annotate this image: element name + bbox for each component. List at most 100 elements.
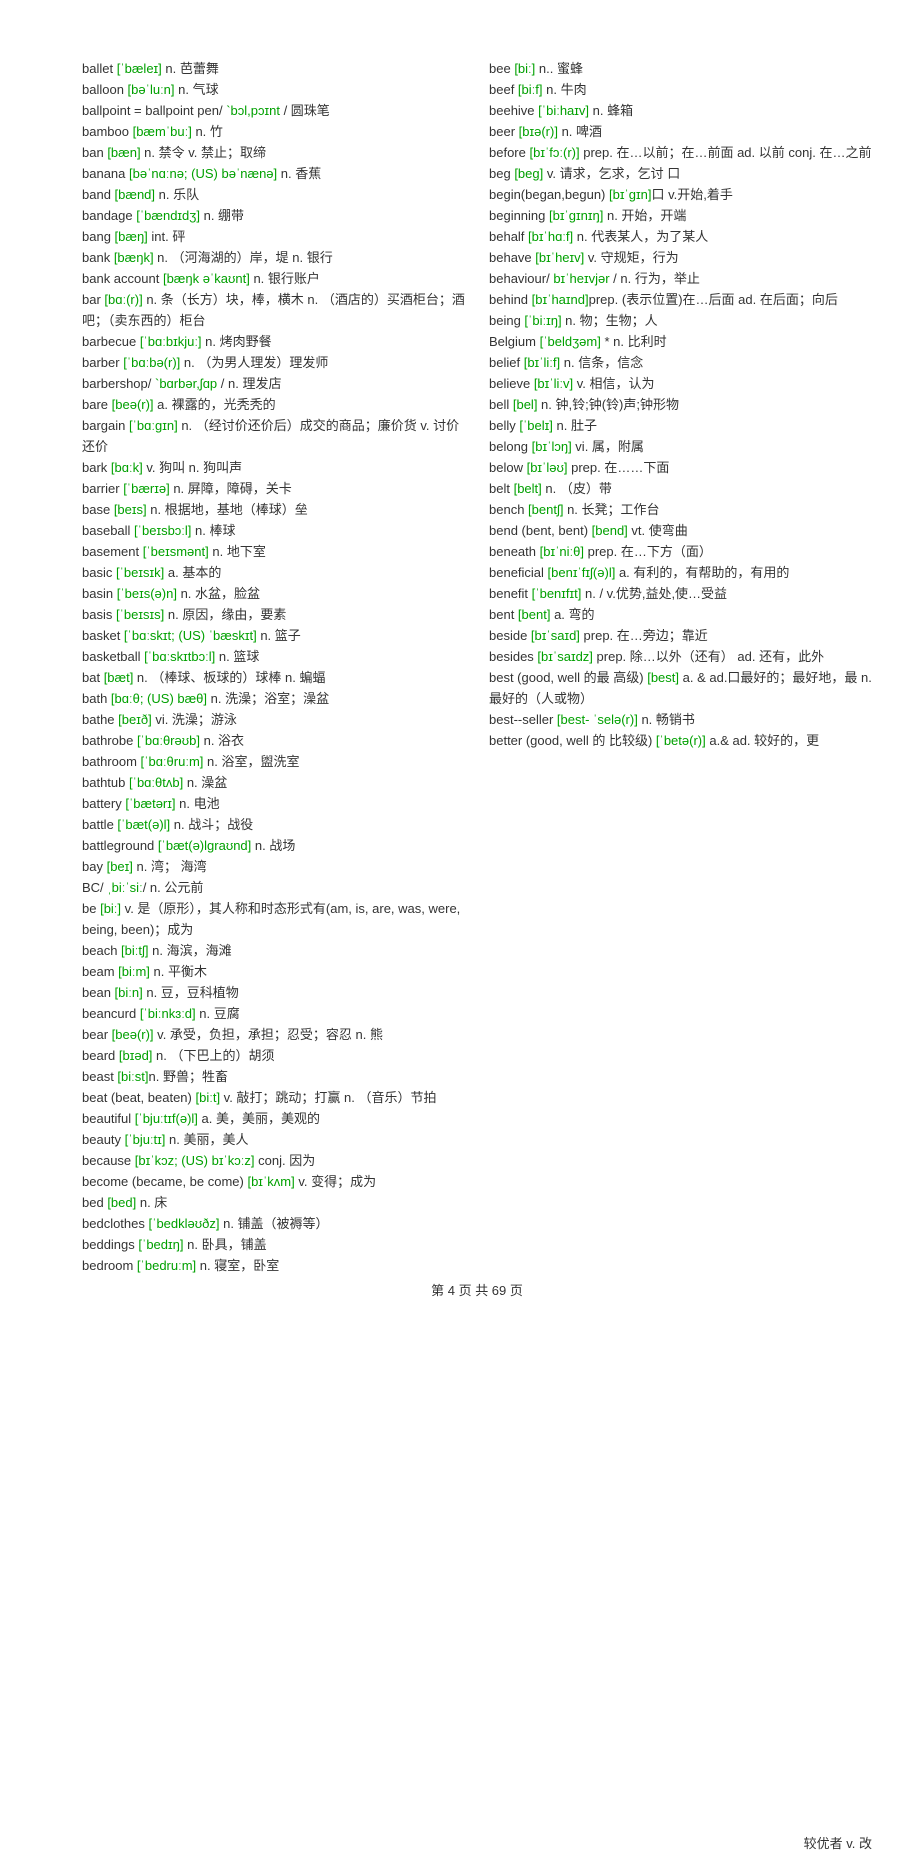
headword: basket [82,628,124,643]
pronunciation: [ˈbeɪsbɔːl] [134,523,191,538]
definition: n. 棒球 [191,523,235,538]
headword: basin [82,586,117,601]
headword: behaviour/ [489,271,553,286]
definition: n. 乐队 [155,187,199,202]
headword: beautiful [82,1111,135,1126]
pronunciation: [best- ˈselə(r)] [557,712,638,727]
definition: n. 洗澡；浴室；澡盆 [207,691,329,706]
vocab-entry: beddings [ˈbedɪŋ] n. 卧具，铺盖 [82,1234,465,1255]
definition: conj. 因为 [255,1153,316,1168]
vocab-entry: bath [bɑːθ; (US) bæθ] n. 洗澡；浴室；澡盆 [82,688,465,709]
definition: n. 原因，缘由，要素 [164,607,286,622]
headword: bank [82,250,114,265]
definition: a. 弯的 [550,607,594,622]
headword: basis [82,607,116,622]
vocab-entry: bare [beə(r)] a. 裸露的，光秃秃的 [82,394,465,415]
vocab-entry: beat (beat, beaten) [biːt] v. 敲打；跳动；打赢 n… [82,1087,465,1108]
pronunciation: [bɪˈlɔŋ] [532,439,572,454]
headword: benefit [489,586,532,601]
definition: a. 有利的，有帮助的，有用的 [615,565,789,580]
definition: n. 电池 [176,796,220,811]
vocab-entry: bee [biː] n.. 蜜蜂 [489,58,872,79]
definition: a. 裸露的，光秃秃的 [154,397,276,412]
definition: n. （为男人理发）理发师 [180,355,328,370]
definition: 口 v.开始,着手 [652,187,733,202]
pronunciation: [bɑː(r)] [104,292,142,307]
headword: besides [489,649,537,664]
definition: v. 相信，认为 [573,376,654,391]
headword: Belgium [489,334,540,349]
pronunciation: `bɑrbər,ʃɑp [155,376,221,391]
headword: barbecue [82,334,140,349]
headword: bare [82,397,112,412]
pronunciation: [bed] [107,1195,136,1210]
pronunciation: [ˈbɑːbə(r)] [123,355,180,370]
pronunciation: [benɪˈfɪʃ(ə)l] [548,565,616,580]
headword: beg [489,166,514,181]
vocab-entry: beginning [bɪˈɡɪnɪŋ] n. 开始，开端 [489,205,872,226]
definition: v. 承受，负担，承担；忍受；容忍 n. 熊 [154,1027,383,1042]
definition: n. / v.优势,益处,使…受益 [581,586,727,601]
definition: n. 钟,铃;钟(铃)声;钟形物 [537,397,679,412]
definition: n.. 蜜蜂 [535,61,583,76]
definition: n. 代表某人，为了某人 [573,229,708,244]
pronunciation: [ˈbeɪsɪs] [116,607,164,622]
headword: bathroom [82,754,141,769]
headword: ballpoint = ballpoint pen/ [82,103,226,118]
vocab-entry: because [bɪˈkɔz; (US) bɪˈkɔːz] conj. 因为 [82,1150,465,1171]
headword: beddings [82,1237,138,1252]
headword: basic [82,565,116,580]
headword: belly [489,418,519,433]
headword: beneath [489,544,540,559]
pronunciation: [ˈbɑːθruːm] [141,754,204,769]
vocab-entry: basement [ˈbeɪsmənt] n. 地下室 [82,541,465,562]
vocab-entry: basis [ˈbeɪsɪs] n. 原因，缘由，要素 [82,604,465,625]
definition: n. 信条，信念 [560,355,643,370]
vocab-entry: barbecue [ˈbɑːbɪkjuː] n. 烤肉野餐 [82,331,465,352]
headword: belong [489,439,532,454]
vocab-entry: beast [biːst]n. 野兽；牲畜 [82,1066,465,1087]
headword: bathe [82,712,118,727]
pronunciation: [bɪˈliːv] [534,376,573,391]
definition: a. 美，美丽，美观的 [198,1111,320,1126]
pronunciation: [best] [647,670,679,685]
pronunciation: [ˈbɑːθrəʊb] [137,733,200,748]
pronunciation: [ˈbeɪsɪk] [116,565,164,580]
vocab-entry: basic [ˈbeɪsɪk] a. 基本的 [82,562,465,583]
pronunciation: [ˈbeɪsmənt] [143,544,209,559]
vocab-entry: become (became, be come) [bɪˈkʌm] v. 变得；… [82,1171,465,1192]
definition: n. 长凳；工作台 [563,502,659,517]
pronunciation: [biːm] [118,964,150,979]
pronunciation: [ˈbɑːɡɪn] [129,418,178,433]
vocab-entry: be [biː] v. 是（原形），其人称和时态形式有(am, is, are,… [82,898,465,940]
vocab-entry: barrier [ˈbærɪə] n. 屏障，障碍，关卡 [82,478,465,499]
vocab-entry: bank account [bæŋk əˈkaʊnt] n. 银行账户 [82,268,465,289]
pronunciation: [bel] [513,397,538,412]
headword: bathrobe [82,733,137,748]
pronunciation: [biː] [514,61,535,76]
pronunciation: [ˈbɑːskɪtbɔːl] [144,649,215,664]
definition: v. 守规矩，行为 [584,250,678,265]
vocab-entry: best--seller [best- ˈselə(r)] n. 畅销书 [489,709,872,730]
pronunciation: [biːtʃ] [121,943,148,958]
vocab-entry: bench [bentʃ] n. 长凳；工作台 [489,499,872,520]
headword: ballet [82,61,117,76]
headword: beef [489,82,518,97]
vocab-entry: bean [biːn] n. 豆，豆科植物 [82,982,465,1003]
definition: n. 湾； 海湾 [133,859,207,874]
vocab-entry: battery [ˈbætərɪ] n. 电池 [82,793,465,814]
headword: bathtub [82,775,129,790]
definition: v. 变得；成为 [295,1174,376,1189]
pronunciation: [ˈbiːnkɜːd] [140,1006,196,1021]
vocab-entry: bathroom [ˈbɑːθruːm] n. 浴室，盥洗室 [82,751,465,772]
pronunciation: [beɪð] [118,712,152,727]
vocab-entry: begin(began,begun) [bɪˈɡɪn]口 v.开始,着手 [489,184,872,205]
pronunciation: [bæt] [104,670,134,685]
pronunciation: [bɪəd] [119,1048,153,1063]
headword: beat (beat, beaten) [82,1090,195,1105]
definition: n. 屏障，障碍，关卡 [170,481,292,496]
headword: ban [82,145,107,160]
headword: bank account [82,271,163,286]
definition: n. 物；生物；人 [562,313,658,328]
vocab-entry: beautiful [ˈbjuːtɪf(ə)l] a. 美，美丽，美观的 [82,1108,465,1129]
